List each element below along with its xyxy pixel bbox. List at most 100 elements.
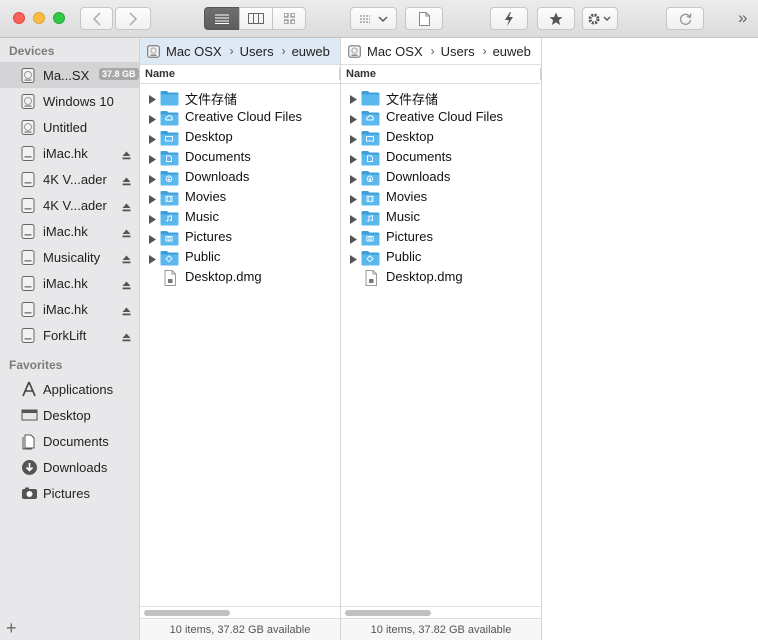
file-row[interactable]: Desktop.dmg xyxy=(140,267,340,287)
disclosure-triangle-icon[interactable] xyxy=(350,192,357,207)
disclosure-triangle-icon[interactable] xyxy=(350,92,357,107)
sidebar-device-item[interactable]: 4K V...ader xyxy=(0,166,139,192)
eject-icon[interactable] xyxy=(122,226,131,241)
disclosure-triangle-icon[interactable] xyxy=(149,212,156,227)
disclosure-triangle-icon[interactable] xyxy=(350,132,357,147)
scroll-thumb[interactable] xyxy=(144,610,230,616)
folder-row[interactable]: Downloads xyxy=(341,167,541,187)
add-favorite-button[interactable]: + xyxy=(6,618,17,639)
eject-icon[interactable] xyxy=(122,174,131,189)
path-segment[interactable]: Users xyxy=(240,44,274,59)
right-horizontal-scrollbar[interactable] xyxy=(341,606,541,617)
folder-row[interactable]: Music xyxy=(341,207,541,227)
disclosure-triangle-icon[interactable] xyxy=(149,112,156,127)
sidebar-favorite-item[interactable]: Desktop xyxy=(0,402,139,428)
folder-row[interactable]: 文件存储 xyxy=(140,87,340,107)
sidebar-device-item[interactable]: iMac.hk xyxy=(0,218,139,244)
column-view-button[interactable] xyxy=(239,7,273,30)
refresh-button[interactable] xyxy=(666,7,704,30)
minimize-window-button[interactable] xyxy=(33,12,45,24)
disclosure-triangle-icon[interactable] xyxy=(149,172,156,187)
drive-icon xyxy=(20,67,37,84)
disclosure-triangle-icon[interactable] xyxy=(350,152,357,167)
sidebar-device-item[interactable]: Ma...SX 37.8 GB xyxy=(0,62,139,88)
back-button[interactable] xyxy=(80,7,113,30)
group-menu-button[interactable] xyxy=(350,7,397,30)
column-resize-handle[interactable] xyxy=(339,68,340,80)
disclosure-triangle-icon[interactable] xyxy=(350,212,357,227)
sidebar-device-item[interactable]: iMac.hk xyxy=(0,296,139,322)
folder-row[interactable]: Pictures xyxy=(341,227,541,247)
disclosure-triangle-icon[interactable] xyxy=(149,92,156,107)
sync-button[interactable] xyxy=(490,7,528,30)
folder-row[interactable]: Creative Cloud Files xyxy=(341,107,541,127)
list-view-button[interactable] xyxy=(204,7,240,30)
folder-row[interactable]: Downloads xyxy=(140,167,340,187)
folder-row[interactable]: Movies xyxy=(140,187,340,207)
forward-button[interactable] xyxy=(115,7,151,30)
path-segment[interactable]: Mac OSX xyxy=(166,44,222,59)
sidebar-device-item[interactable]: Musicality xyxy=(0,244,139,270)
path-segment[interactable]: euweb xyxy=(493,44,531,59)
sidebar-device-item[interactable]: Windows 10 xyxy=(0,88,139,114)
path-segment[interactable]: euweb xyxy=(292,44,330,59)
sidebar-device-item[interactable]: iMac.hk xyxy=(0,270,139,296)
eject-icon[interactable] xyxy=(122,278,131,293)
eject-icon[interactable] xyxy=(122,252,131,267)
drive-icon xyxy=(20,93,37,110)
eject-icon[interactable] xyxy=(122,200,131,215)
sync-lightning-icon xyxy=(505,11,513,26)
folder-row[interactable]: Pictures xyxy=(140,227,340,247)
disclosure-triangle-icon[interactable] xyxy=(350,252,357,267)
file-row[interactable]: Desktop.dmg xyxy=(341,267,541,287)
sidebar-favorite-item[interactable]: Documents xyxy=(0,428,139,454)
scroll-thumb[interactable] xyxy=(345,610,431,616)
disclosure-triangle-icon[interactable] xyxy=(350,172,357,187)
sidebar-device-item[interactable]: ForkLift xyxy=(0,322,139,348)
eject-icon[interactable] xyxy=(122,330,131,345)
path-segment[interactable]: Users xyxy=(441,44,475,59)
folder-row[interactable]: Public xyxy=(140,247,340,267)
disclosure-triangle-icon[interactable] xyxy=(350,112,357,127)
left-column-header[interactable]: Name xyxy=(140,64,340,84)
disclosure-triangle-icon[interactable] xyxy=(149,152,156,167)
folder-row[interactable]: Desktop xyxy=(341,127,541,147)
zoom-window-button[interactable] xyxy=(53,12,65,24)
folder-row[interactable]: Music xyxy=(140,207,340,227)
close-window-button[interactable] xyxy=(13,12,25,24)
eject-icon[interactable] xyxy=(122,304,131,319)
folder-row[interactable]: Creative Cloud Files xyxy=(140,107,340,127)
folder-row[interactable]: Documents xyxy=(341,147,541,167)
name-column-label[interactable]: Name xyxy=(145,68,175,80)
file-info-button[interactable] xyxy=(405,7,443,30)
folder-row[interactable]: Desktop xyxy=(140,127,340,147)
name-column-label[interactable]: Name xyxy=(346,68,376,80)
external-drive-icon xyxy=(20,275,37,292)
sidebar-favorite-item[interactable]: Applications xyxy=(0,376,139,402)
favorites-button[interactable] xyxy=(537,7,575,30)
disclosure-triangle-icon[interactable] xyxy=(149,252,156,267)
icon-view-button[interactable] xyxy=(272,7,306,30)
external-drive-icon xyxy=(20,171,37,188)
file-name: 文件存储 xyxy=(185,92,238,107)
left-horizontal-scrollbar[interactable] xyxy=(140,606,340,617)
more-chevrons-icon[interactable]: » xyxy=(738,8,747,28)
right-column-header[interactable]: Name xyxy=(341,64,541,84)
folder-row[interactable]: 文件存储 xyxy=(341,87,541,107)
action-menu-button[interactable] xyxy=(582,7,618,30)
sidebar-device-item[interactable]: 4K V...ader xyxy=(0,192,139,218)
path-segment[interactable]: Mac OSX xyxy=(367,44,423,59)
disclosure-triangle-icon[interactable] xyxy=(149,192,156,207)
sidebar-favorite-item[interactable]: Pictures xyxy=(0,480,139,506)
folder-row[interactable]: Documents xyxy=(140,147,340,167)
folder-row[interactable]: Public xyxy=(341,247,541,267)
folder-row[interactable]: Movies xyxy=(341,187,541,207)
disclosure-triangle-icon[interactable] xyxy=(350,232,357,247)
sidebar-favorite-item[interactable]: Downloads xyxy=(0,454,139,480)
sidebar-device-item[interactable]: Untitled xyxy=(0,114,139,140)
sidebar-device-item[interactable]: iMac.hk xyxy=(0,140,139,166)
disclosure-triangle-icon[interactable] xyxy=(149,132,156,147)
eject-icon[interactable] xyxy=(122,148,131,163)
disclosure-triangle-icon[interactable] xyxy=(149,232,156,247)
column-resize-handle[interactable] xyxy=(540,68,541,80)
